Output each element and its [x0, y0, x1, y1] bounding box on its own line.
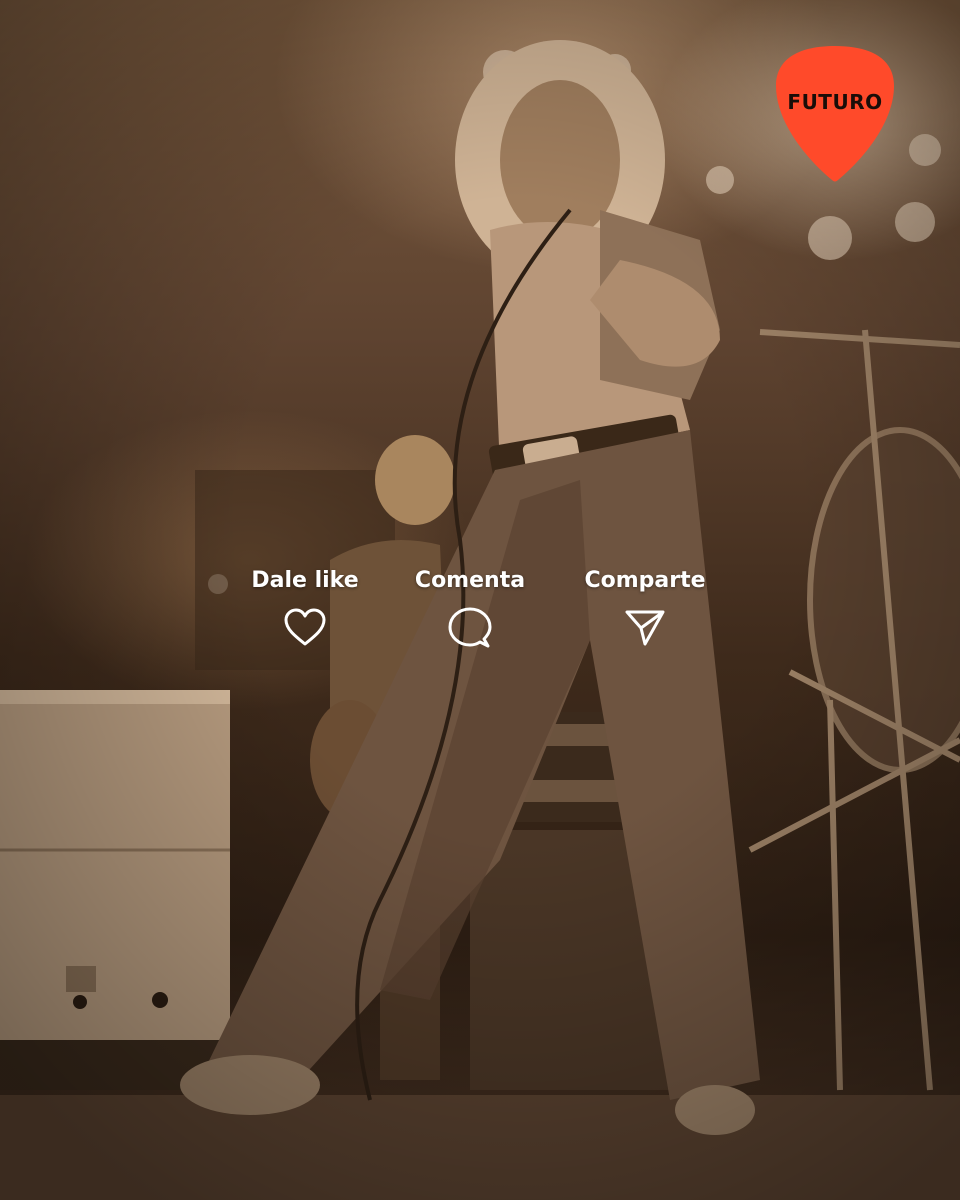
like-action[interactable]: Dale like — [220, 566, 390, 650]
engagement-actions: Dale like Comenta Comparte — [230, 566, 730, 666]
comment-icon[interactable] — [448, 606, 492, 650]
like-label: Dale like — [251, 568, 359, 593]
send-icon[interactable] — [623, 606, 667, 650]
share-label: Comparte — [584, 568, 706, 593]
guitar-pick-icon — [776, 46, 894, 182]
futuro-logo[interactable]: FUTURO — [774, 44, 896, 184]
amplifier-left — [0, 690, 230, 1090]
share-action[interactable]: Comparte — [560, 566, 730, 650]
comment-label: Comenta — [414, 568, 526, 593]
drum-kit — [748, 329, 960, 1091]
heart-icon[interactable] — [283, 606, 327, 650]
logo-text: FUTURO — [787, 90, 883, 114]
post-canvas: FUTURO Dale like Comenta Comparte — [0, 0, 960, 1200]
comment-action[interactable]: Comenta — [385, 566, 555, 650]
